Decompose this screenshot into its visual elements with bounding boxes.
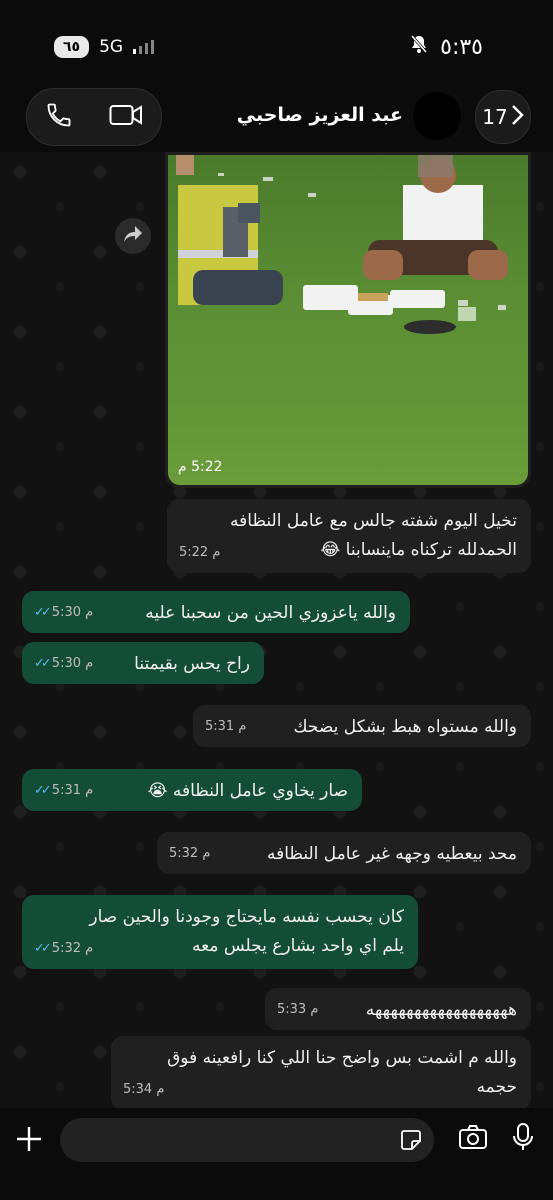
message-line: محد بيعطيه وجهه غير عامل النظافه [266,844,517,864]
message-meta: ✓✓ 5:31 م [34,776,93,805]
avatar[interactable] [413,92,461,140]
unread-count: 17 [482,105,508,129]
message-time: 5:30 م [51,656,94,671]
message-time: 5:34 م [123,1082,165,1097]
microphone-button[interactable] [512,1122,534,1156]
message-meta: 5:31 م [205,712,246,741]
message-line: الحمدلله تركناه ماينسابنا 😂 [320,540,517,560]
message-bubble[interactable]: ههههههههههههههههههه 5:33 م [265,988,531,1030]
message-time: 5:22 م [179,545,221,560]
message-meta: 5:22 م [179,538,220,567]
message-bubble[interactable]: تخيل اليوم شفته جالس مع عامل النظافه الح… [167,499,531,573]
message-input[interactable] [60,1118,434,1162]
message-bubble[interactable]: والله ياعزوزي الحين من سحبنا عليه ✓✓ 5:30… [22,591,410,633]
battery-indicator: ٦٥ [54,36,90,58]
message-line: تخيل اليوم شفته جالس مع عامل النظافه [230,511,517,531]
status-right: ٥:٣٥ [410,34,483,60]
message-meta: 5:32 م [169,839,210,868]
forward-icon [123,225,143,247]
status-bar: ٦٥ 5G ٥:٣٥ [0,0,553,90]
back-button[interactable]: 17 [475,90,531,144]
photo-timestamp: 5:22 م [178,459,223,475]
message-time: 5:30 م [51,605,94,620]
message-bubble[interactable]: صار يخاوي عامل النظافه 😭 ✓✓ 5:31 م [22,769,362,811]
sticker-icon[interactable] [400,1129,422,1155]
status-left: ٦٥ 5G [54,36,155,58]
mute-icon [410,34,428,60]
read-receipt-icon: ✓✓ [34,656,52,671]
message-time: 5:31 م [205,719,247,734]
image-message[interactable]: 5:22 م [165,152,531,488]
message-time: 5:32 م [51,941,94,956]
message-bubble[interactable]: كان يحسب نفسه مايحتاج وجودنا والحين صار … [22,895,418,969]
composer-bar [0,1108,553,1200]
message-line: كان يحسب نفسه مايحتاج وجودنا والحين صار [89,907,404,927]
message-time: 5:32 م [169,846,211,861]
read-receipt-icon: ✓✓ [34,941,52,956]
message-line: والله مستواه هبط بشكل يضحك [293,717,517,737]
network-label: 5G [99,37,124,57]
message-bubble[interactable]: محد بيعطيه وجهه غير عامل النظافه 5:32 م [157,832,531,874]
message-line: حجمه [476,1077,517,1097]
message-meta: ✓✓ 5:30 م [34,649,93,678]
chat-header: عبد العزيز صاحبي 17 [0,88,553,148]
signal-icon [133,40,155,54]
message-bubble[interactable]: والله م اشمت بس واضح حنا اللي كنا رافعين… [111,1036,531,1108]
chevron-right-icon [510,104,524,131]
read-receipt-icon: ✓✓ [34,605,52,620]
clock: ٥:٣٥ [440,34,483,60]
read-receipt-icon: ✓✓ [34,783,52,798]
message-meta: 5:34 م [123,1075,164,1104]
message-bubble[interactable]: والله مستواه هبط بشكل يضحك 5:31 م [193,705,531,747]
photo[interactable]: 5:22 م [168,155,528,485]
message-time: 5:33 م [277,1002,319,1017]
message-bubble[interactable]: راح يحس بقيمتنا ✓✓ 5:30 م [22,642,264,684]
message-meta: ✓✓ 5:32 م [34,934,93,963]
message-meta: ✓✓ 5:30 م [34,598,93,627]
message-line: والله م اشمت بس واضح حنا اللي كنا رافعين… [167,1048,517,1068]
call-actions [26,88,162,146]
message-time: 5:31 م [51,783,94,798]
forward-button[interactable] [115,218,151,254]
attach-button[interactable] [14,1124,44,1158]
voice-call-button[interactable] [45,101,73,133]
contact-name[interactable]: عبد العزيز صاحبي [237,104,403,126]
video-call-button[interactable] [109,102,143,132]
camera-button[interactable] [458,1124,488,1154]
message-meta: 5:33 م [277,995,318,1024]
chat-area[interactable]: 5:22 م تخيل اليوم شفته جالس مع عامل النظ… [0,152,553,1108]
